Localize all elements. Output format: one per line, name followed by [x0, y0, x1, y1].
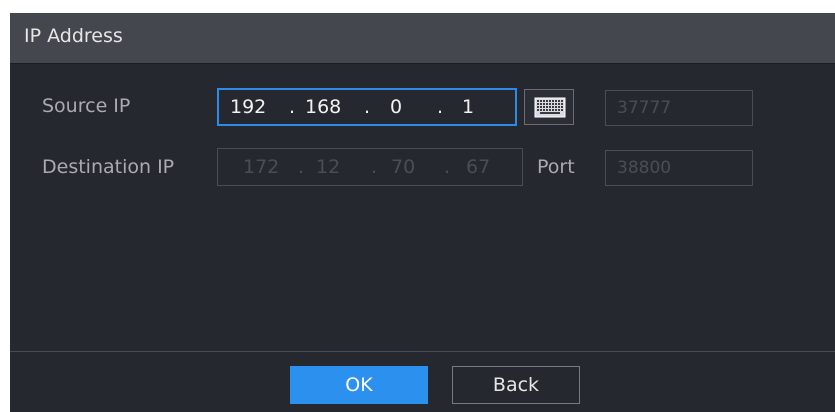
destination-ip-separator: .	[371, 156, 378, 178]
source-ip-separator: .	[364, 96, 371, 118]
destination-ip-octet-2[interactable]: 12	[316, 149, 340, 185]
back-button[interactable]: Back	[452, 366, 580, 404]
source-ip-separator: .	[289, 96, 296, 118]
destination-port-value: 38800	[617, 158, 672, 178]
title-divider	[10, 63, 835, 64]
ip-address-dialog: IP Address Source IP 192 . 168 . 0 . 1 3…	[10, 13, 835, 412]
footer-divider	[10, 351, 835, 352]
destination-ip-octet-4[interactable]: 67	[466, 149, 490, 185]
source-port-input[interactable]: 37777	[605, 90, 753, 126]
port-label: Port	[537, 156, 575, 178]
destination-ip-separator: .	[444, 156, 451, 178]
keyboard-icon	[534, 97, 566, 118]
dialog-title: IP Address	[24, 25, 123, 47]
source-ip-separator: .	[437, 96, 444, 118]
source-port-value: 37777	[617, 98, 672, 118]
source-ip-octet-2[interactable]: 168	[305, 90, 341, 124]
keyboard-button[interactable]	[524, 89, 574, 125]
destination-ip-separator: .	[298, 156, 305, 178]
source-ip-octet-4[interactable]: 1	[462, 90, 474, 124]
destination-ip-octet-3[interactable]: 70	[391, 149, 415, 185]
dialog-titlebar: IP Address	[10, 13, 835, 63]
source-ip-input[interactable]: 192 . 168 . 0 . 1	[217, 88, 517, 126]
destination-ip-label: Destination IP	[42, 156, 175, 178]
source-ip-octet-1[interactable]: 192	[230, 90, 266, 124]
destination-ip-octet-1[interactable]: 172	[243, 149, 279, 185]
source-ip-octet-3[interactable]: 0	[390, 90, 402, 124]
source-ip-label: Source IP	[42, 95, 131, 117]
destination-port-input[interactable]: 38800	[605, 150, 753, 186]
destination-ip-input[interactable]: 172 . 12 . 70 . 67	[217, 148, 523, 186]
ok-button[interactable]: OK	[290, 366, 428, 404]
